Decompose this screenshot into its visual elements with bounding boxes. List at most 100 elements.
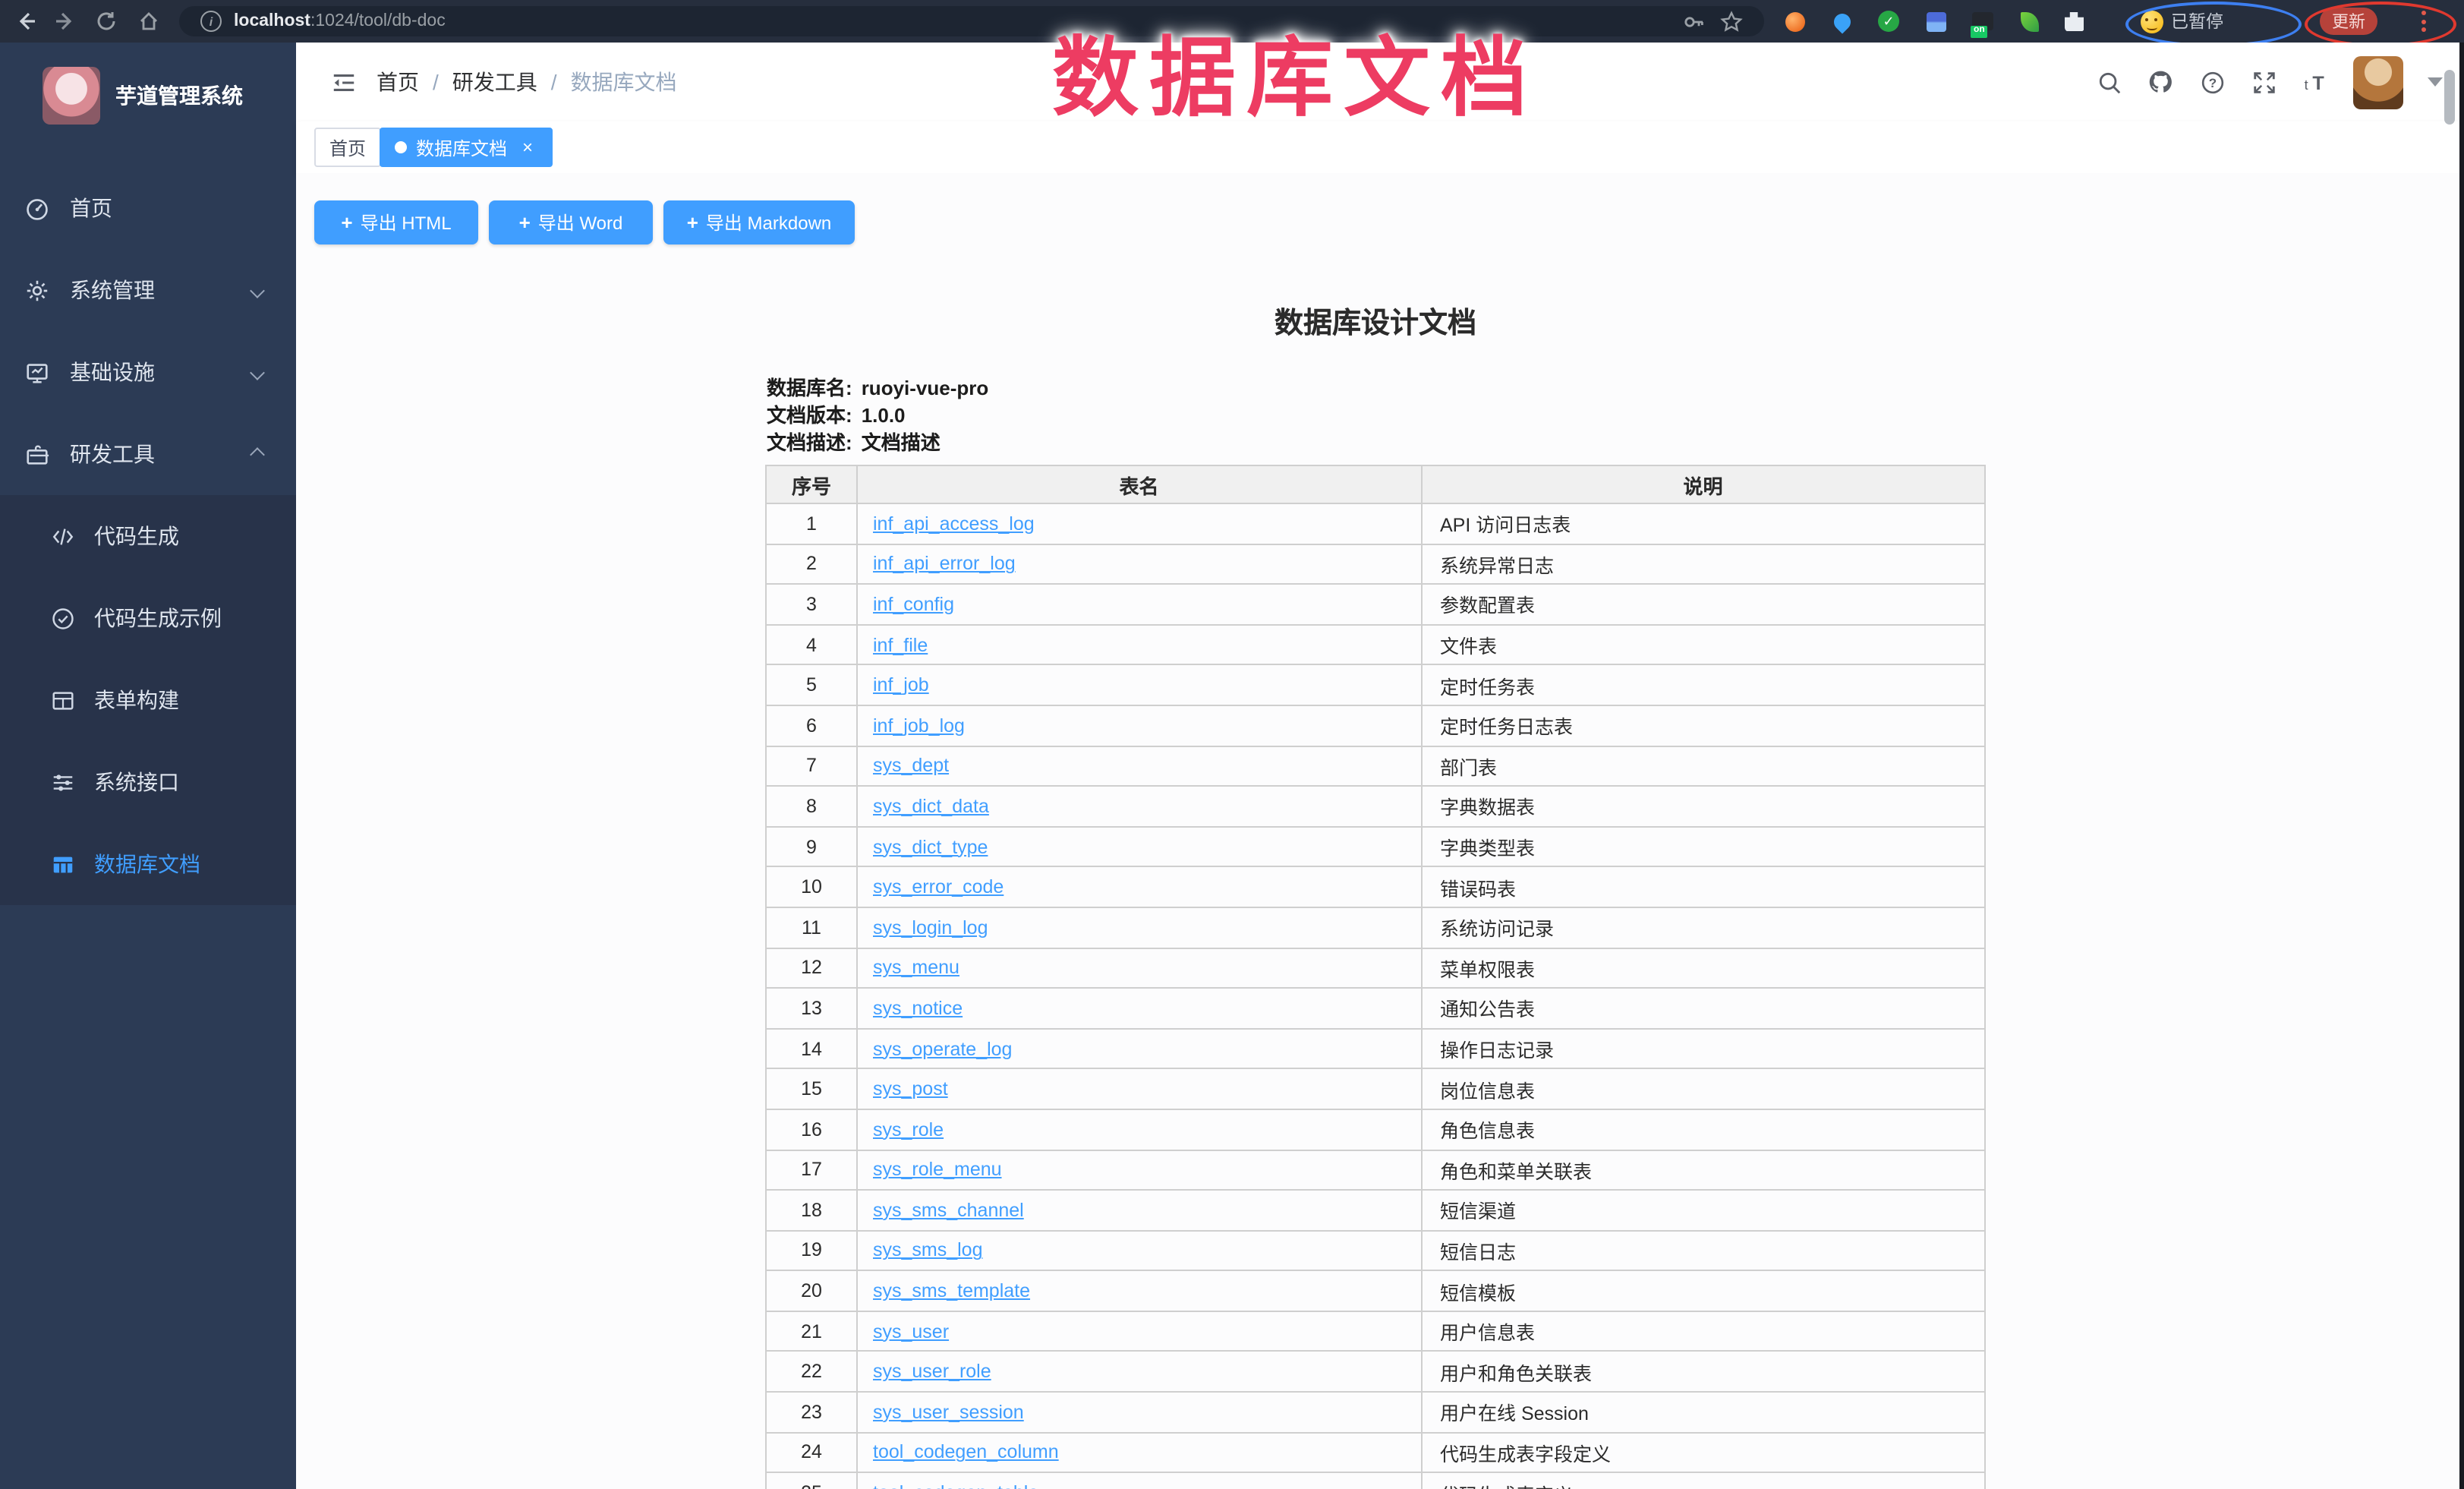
sidebar-fold-icon[interactable] [331,70,357,96]
browser-back-icon[interactable] [12,8,39,35]
sidebar-item-system[interactable]: 系统管理 [0,249,296,331]
password-key-icon[interactable] [1682,10,1705,33]
app-logo-row[interactable]: 芋道管理系统 [0,55,296,137]
table-name-link[interactable]: inf_file [873,634,928,655]
export-word-button[interactable]: + 导出 Word [489,200,653,244]
extension-on-badge-icon[interactable]: on [1971,9,1995,33]
app-title: 芋道管理系统 [115,80,243,111]
search-icon[interactable] [2095,68,2122,96]
table-name-link[interactable]: tool_codegen_column [873,1442,1059,1463]
table-name-link[interactable]: sys_role [873,1118,944,1140]
table-name-link[interactable]: sys_user_session [873,1402,1024,1423]
table-name-link[interactable]: sys_menu [873,957,959,979]
row-description: 角色信息表 [1421,1109,1985,1150]
tag-db-doc[interactable]: 数据库文档 × [380,128,553,167]
table-name-link[interactable]: sys_notice [873,998,963,1019]
extension-check-icon[interactable]: ✓ [1876,9,1901,33]
sidebar-item-codegen[interactable]: 代码生成 [0,495,296,577]
font-size-icon[interactable]: tT [2302,68,2329,96]
row-index: 24 [766,1432,857,1472]
row-description: 字典类型表 [1421,827,1985,867]
table-name-link[interactable]: sys_user_role [873,1361,991,1383]
table-name-link[interactable]: sys_post [873,1078,948,1099]
row-description: 代码生成表定义 [1421,1473,1985,1489]
breadcrumb-home[interactable]: 首页 [377,67,419,97]
extensions-puzzle-icon[interactable] [2062,9,2086,33]
on-badge: on [1971,26,1988,38]
sidebar-item-system-api[interactable]: 系统接口 [0,741,296,823]
extension-orange-icon[interactable] [1782,9,1807,33]
row-index: 7 [766,746,857,786]
row-index: 1 [766,503,857,544]
row-description: 角色和菜单关联表 [1421,1150,1985,1190]
extension-paused-chip[interactable]: 已暂停 [2141,5,2223,38]
export-markdown-button[interactable]: + 导出 Markdown [663,200,855,244]
window-edge [2459,43,2464,1489]
table-name-link[interactable]: sys_sms_template [873,1280,1030,1301]
tables-overview-table: 序号 表名 说明 1inf_api_access_logAPI 访问日志表2in… [765,465,1986,1489]
table-name-link[interactable]: sys_dept [873,756,949,777]
browser-forward-icon[interactable] [52,8,79,35]
table-name-link[interactable]: sys_sms_log [873,1240,983,1261]
fullscreen-icon[interactable] [2250,68,2277,96]
browser-reload-icon[interactable] [93,8,120,35]
table-name-link[interactable]: sys_dict_type [873,836,988,857]
table-name-link[interactable]: sys_dict_data [873,796,989,817]
paused-badge: 已暂停 [2171,9,2223,33]
user-avatar[interactable] [2353,55,2403,109]
extension-pin-icon[interactable] [1829,9,1854,33]
table-name-link[interactable]: sys_sms_channel [873,1200,1024,1221]
table-name-link[interactable]: sys_login_log [873,916,988,938]
col-header-index: 序号 [766,465,857,503]
row-description: 字典数据表 [1421,786,1985,826]
table-row: 25tool_codegen_table代码生成表定义 [766,1473,1985,1489]
row-description: 菜单权限表 [1421,948,1985,988]
sidebar-item-codegen-example[interactable]: 代码生成示例 [0,577,296,659]
scrollbar-thumb[interactable] [2444,70,2455,125]
row-description: 文件表 [1421,625,1985,665]
site-info-icon[interactable]: i [200,11,222,32]
table-name-link[interactable]: sys_operate_log [873,1038,1012,1059]
table-row: 10sys_error_code错误码表 [766,867,1985,907]
extension-leaf-icon[interactable] [2018,9,2042,33]
table-name-link[interactable]: sys_error_code [873,876,1004,898]
browser-update-button[interactable]: 更新 [2320,8,2377,35]
table-row: 17sys_role_menu角色和菜单关联表 [766,1150,1985,1190]
tag-close-icon[interactable]: × [518,137,537,157]
toolbox-icon [24,441,50,467]
table-name-link[interactable]: inf_job_log [873,715,965,737]
help-icon[interactable]: ? [2198,68,2226,96]
tag-home[interactable]: 首页 [314,128,381,167]
row-index: 18 [766,1190,857,1230]
address-bar[interactable]: i localhost:1024/tool/db-doc [179,6,1764,36]
col-header-name: 表名 [857,465,1421,503]
table-name-link[interactable]: inf_api_error_log [873,554,1016,575]
table-row: 6inf_job_log定时任务日志表 [766,705,1985,746]
table-name-link[interactable]: inf_job [873,674,929,696]
table-name-link[interactable]: inf_api_access_log [873,513,1035,535]
sidebar-item-devtools[interactable]: 研发工具 [0,413,296,495]
row-index: 6 [766,705,857,746]
table-row: 7sys_dept部门表 [766,746,1985,786]
sidebar-item-db-doc[interactable]: 数据库文档 [0,823,296,905]
table-row: 23sys_user_session用户在线 Session [766,1392,1985,1432]
sidebar-item-home[interactable]: 首页 [0,167,296,249]
github-icon[interactable] [2147,68,2174,96]
export-html-button[interactable]: + 导出 HTML [314,200,478,244]
row-description: 定时任务表 [1421,665,1985,705]
table-name-link[interactable]: sys_user [873,1320,949,1342]
table-name-link[interactable]: tool_codegen_table [873,1482,1038,1489]
extension-grid-icon[interactable] [1924,9,1948,33]
row-index: 8 [766,786,857,826]
browser-menu-kebab-icon[interactable] [2420,6,2426,36]
sidebar-item-form-builder[interactable]: 表单构建 [0,659,296,741]
row-index: 14 [766,1028,857,1068]
table-name-link[interactable]: inf_config [873,594,954,615]
breadcrumb-devtools[interactable]: 研发工具 [452,67,537,97]
avatar-caret-icon[interactable] [2428,77,2443,87]
table-name-link[interactable]: sys_role_menu [873,1159,1002,1181]
sidebar-item-infra[interactable]: 基础设施 [0,331,296,413]
browser-home-icon[interactable] [135,8,162,35]
bookmark-star-icon[interactable] [1720,10,1743,33]
row-description: 代码生成表字段定义 [1421,1432,1985,1472]
